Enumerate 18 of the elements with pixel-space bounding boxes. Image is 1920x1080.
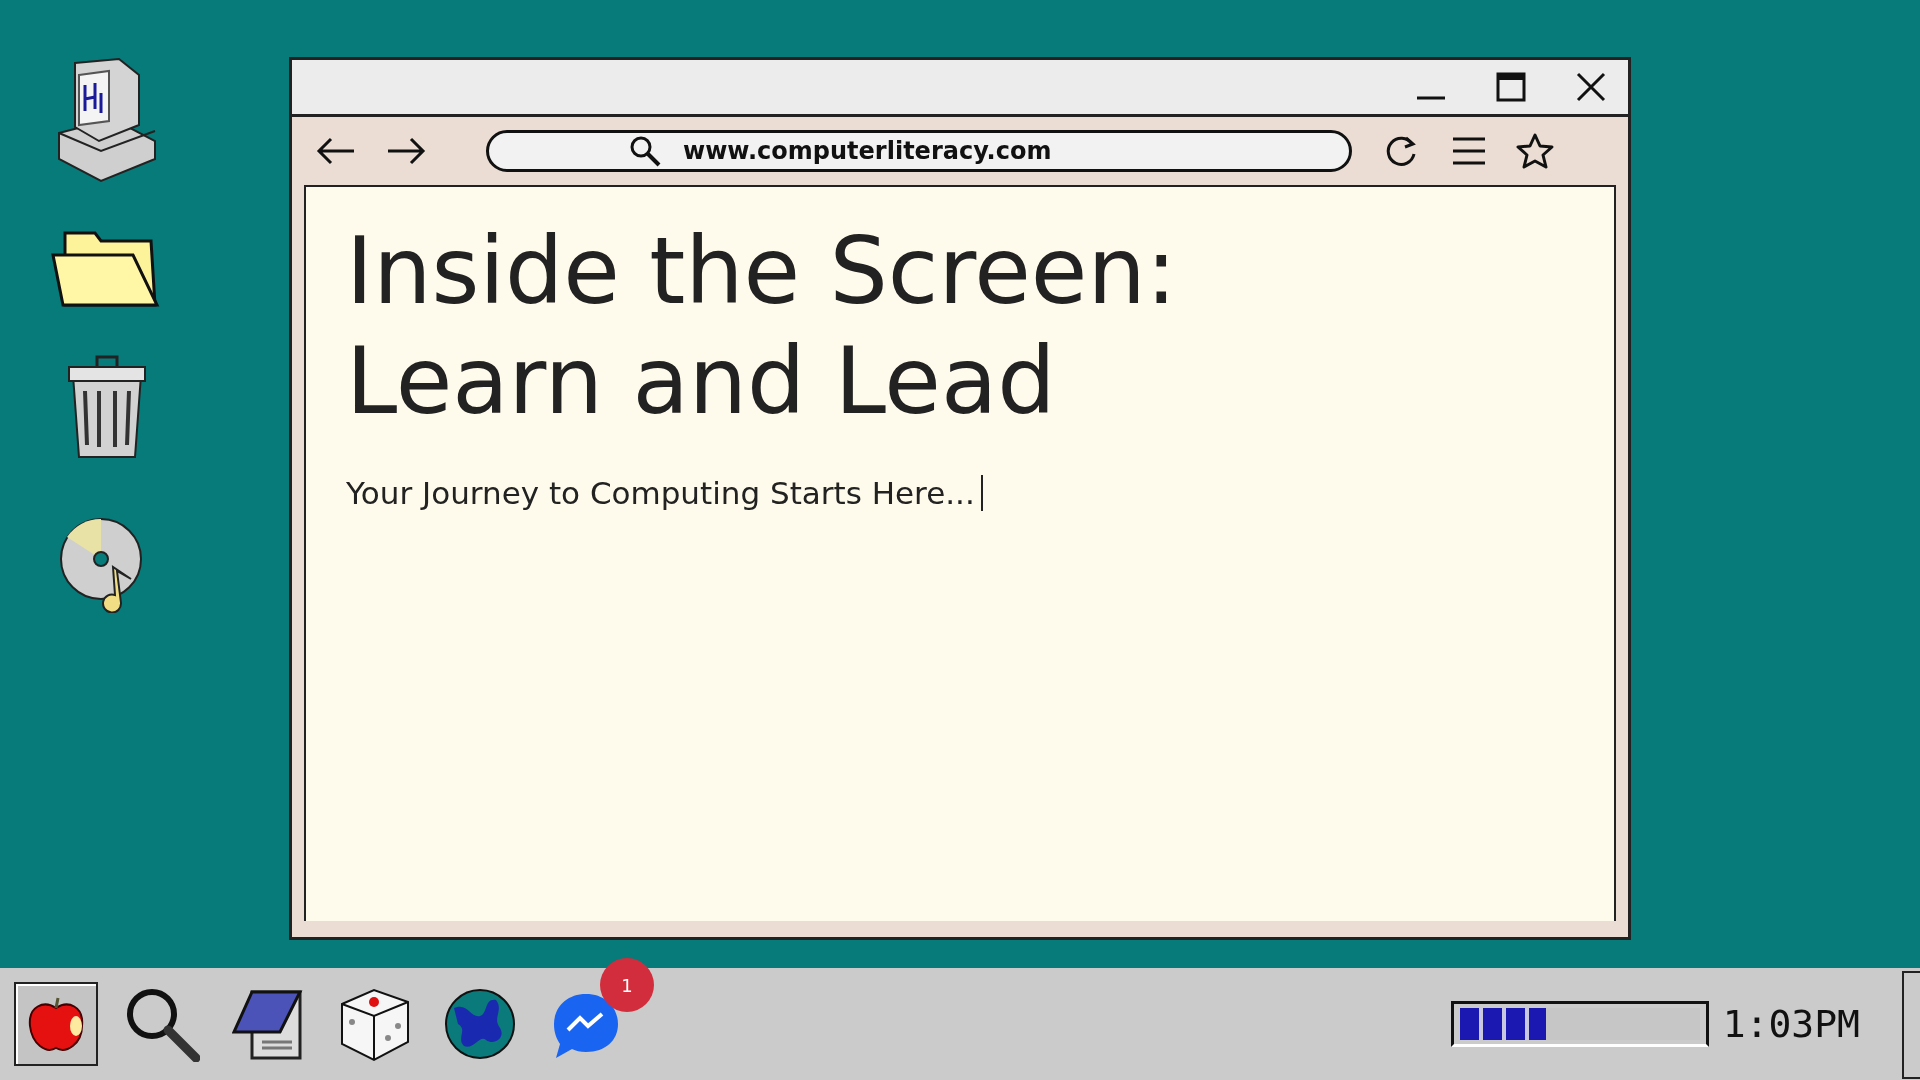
back-arrow-icon[interactable] [316, 137, 356, 165]
menu-icon[interactable] [1452, 136, 1486, 166]
maximize-icon[interactable] [1496, 72, 1526, 102]
apple-app-button[interactable] [14, 982, 98, 1066]
notification-badge: 1 [600, 958, 654, 1012]
search-icon [629, 135, 661, 167]
subtitle-text: Your Journey to Computing Starts Here... [346, 475, 975, 511]
address-bar[interactable]: www.computerliteracy.com [486, 130, 1352, 172]
close-icon[interactable] [1576, 72, 1606, 102]
forward-arrow-icon[interactable] [386, 137, 426, 165]
taskbar-handle[interactable] [1902, 971, 1920, 1079]
star-icon[interactable] [1516, 133, 1554, 169]
computer-icon[interactable] [55, 55, 159, 183]
text-cursor [980, 475, 983, 511]
url-text: www.computerliteracy.com [683, 137, 1052, 165]
page-heading: Inside the Screen: Learn and Lead [346, 217, 1178, 437]
clock: 1:03PM [1722, 1002, 1860, 1046]
reload-icon[interactable] [1384, 134, 1418, 168]
